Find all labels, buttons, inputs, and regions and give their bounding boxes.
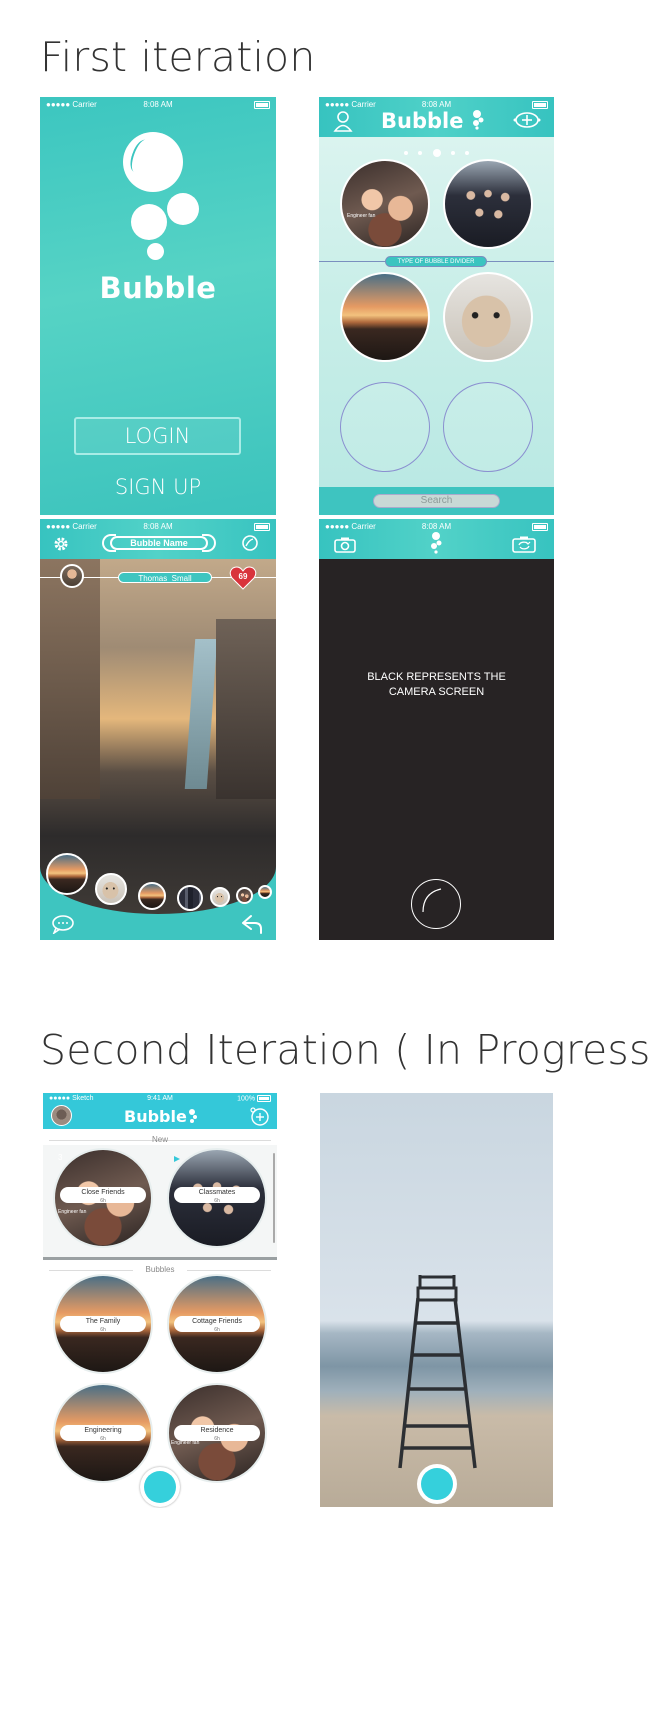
camera-message-line1: BLACK REPRESENTS THE [367,671,506,683]
empty-bubble-slot[interactable] [340,382,430,472]
divider-label: TYPE OF BUBBLE DIVIDER [385,256,487,267]
bubble-thumbnail[interactable] [443,272,533,362]
bubble-thumbnail[interactable]: Engineer fan [340,159,430,249]
add-bubble-icon[interactable] [249,1106,270,1127]
bubble-card-caption: Engineer fan [58,1209,87,1215]
new-count-badge: 3 [58,1153,63,1162]
signup-link[interactable]: SIGN UP [40,475,276,499]
bubble-card-label: Engineering 6h [60,1425,146,1442]
carousel-bubble[interactable] [95,873,127,905]
bubble-thumbnail[interactable] [443,159,533,249]
carousel-bubble[interactable] [46,853,88,895]
bubble-small-icon [473,110,484,130]
section-label-bubbles: Bubbles [133,1265,187,1274]
like-button[interactable]: 69 [229,565,257,591]
settings-gear-icon[interactable] [52,535,70,553]
top-nav-bar: ●●●●● Carrier 8:08 AM [319,519,554,559]
bubble-card-label: The Family 6h [60,1316,146,1333]
status-bar: ●●●●● Carrier 8:08 AM [40,519,276,535]
bubble-edge-right-icon [202,534,216,552]
poster-row: Thomas_Small 69 [40,559,276,599]
camera-message-line2: CAMERA SCREEN [388,686,485,698]
empty-bubble-slot[interactable] [443,382,533,472]
v2-camera-screen [320,1093,553,1507]
app-title: Bubble [99,271,217,305]
username-pill[interactable]: Thomas_Small [118,572,212,583]
bubble-name-pill[interactable]: Bubble Name [110,536,208,550]
login-button[interactable]: LOGIN [74,417,241,455]
heading-second-iteration: Second Iteration ( In Progress) [40,1026,650,1074]
carousel-bubble[interactable] [210,887,230,907]
heading-first-iteration: First iteration [40,33,316,81]
search-input[interactable]: Search [373,494,500,508]
switch-camera-icon[interactable] [512,536,536,553]
carousel-bubble[interactable] [258,885,272,899]
nav-title: Bubble [124,1107,187,1126]
camera-screen: ●●●●● Carrier 8:08 AM BLACK REPRESENTS T… [319,519,554,940]
camera-icon[interactable] [334,537,356,553]
bubble-card-label: Residence 6h [174,1425,260,1442]
bubbles-screen: ●●●●● Carrier 8:08 AM Bubble Engineer fa… [319,97,554,515]
bottom-bar: Search [319,487,554,515]
bubble-thumbnail[interactable] [340,272,430,362]
nav-title: Bubble [381,109,464,133]
chat-bubble-icon[interactable] [51,914,75,934]
bubble-card-label: Close Friends 6h [60,1187,146,1204]
profile-avatar[interactable] [51,1105,72,1126]
login-screen: ●●●●● Carrier 8:08 AM Bubble LOGIN SIGN … [40,97,276,515]
back-arrow-icon[interactable] [241,914,263,934]
scrollbar[interactable] [273,1153,275,1243]
section-label-new: New [151,1135,168,1144]
v2-bubble-list-screen: ●●●●● Sketch 9:41 AM 100% Bubble New 3 C… [43,1093,277,1508]
camera-message: BLACK REPRESENTS THE CAMERA SCREEN [319,670,554,700]
profile-icon[interactable] [333,110,353,132]
bubble-small-icon [189,1109,197,1123]
top-nav-bar: ●●●●● Carrier 8:08 AM Bubble [319,97,554,137]
shutter-button[interactable] [417,1464,457,1504]
status-bar: ●●●●● Carrier 8:08 AM [40,97,276,113]
login-button-label: LOGIN [124,424,191,448]
add-bubble-icon[interactable] [513,111,541,129]
carousel-bubble[interactable] [177,885,203,911]
shutter-glare-icon [421,887,441,912]
carousel-bubble[interactable] [236,887,253,904]
bubble-card-caption: Engineer fan [171,1440,200,1446]
lifeguard-chair-photo [398,1275,477,1469]
bubble-view-screen: ●●●●● Carrier 8:08 AM Bubble Name Thomas… [40,519,276,940]
bubble-card-label: Cottage Friends 6h [174,1316,260,1333]
bubble-edge-left-icon [102,534,116,552]
page-indicator [319,144,554,162]
bubble-logo-icon[interactable] [241,534,259,552]
heart-count: 69 [238,572,248,581]
carousel-bubble[interactable] [138,882,166,910]
shutter-button[interactable] [411,879,461,929]
avatar[interactable] [60,564,84,588]
bubble-small-icon [431,532,442,554]
bubble-card-label: Classmates 6h [174,1187,260,1204]
camera-fab-button[interactable] [140,1467,180,1507]
top-nav-bar: ●●●●● Carrier 8:08 AM Bubble Name [40,519,276,559]
top-nav-bar: ●●●●● Sketch 9:41 AM 100% Bubble [43,1093,277,1129]
play-icon [174,1156,180,1162]
